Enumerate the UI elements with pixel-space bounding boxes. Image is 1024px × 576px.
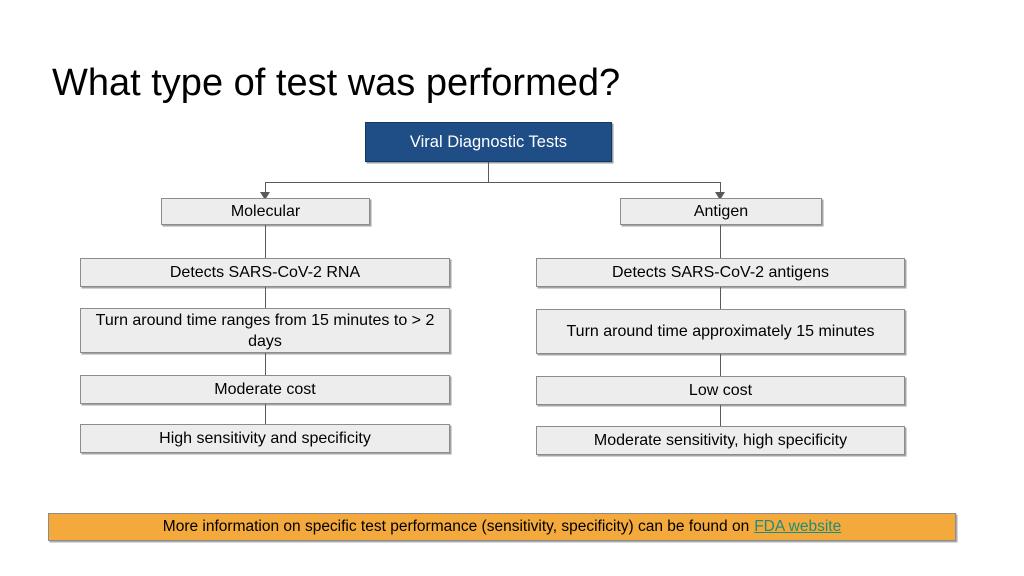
flow-node-root[interactable]: Viral Diagnostic Tests	[365, 122, 612, 162]
connector-molecular-2	[265, 287, 266, 308]
page-title: What type of test was performed?	[52, 62, 621, 104]
flow-node-molecular-item-4-label: High sensitivity and specificity	[159, 430, 371, 447]
connector-molecular-4	[265, 404, 266, 424]
flow-node-molecular-item-2-label: Turn around time ranges from 15 minutes …	[95, 311, 435, 350]
flow-node-antigen-item-1[interactable]: Detects SARS-CoV-2 antigens	[536, 258, 905, 287]
flow-node-molecular-item-3-label: Moderate cost	[214, 381, 316, 398]
connector-root-stem	[488, 162, 489, 182]
footer-text: More information on specific test perfor…	[162, 518, 750, 535]
flow-node-antigen-item-4[interactable]: Moderate sensitivity, high specificity	[536, 426, 905, 455]
flow-node-molecular-item-3[interactable]: Moderate cost	[80, 375, 450, 404]
flow-node-molecular-item-1-label: Detects SARS-CoV-2 RNA	[169, 264, 361, 281]
connector-molecular-3	[265, 353, 266, 375]
flow-node-antigen-header[interactable]: Antigen	[620, 198, 822, 225]
slide-canvas: What type of test was performed? Viral D…	[0, 0, 1024, 576]
flow-node-molecular-item-1[interactable]: Detects SARS-CoV-2 RNA	[80, 258, 450, 287]
flow-node-antigen-item-2[interactable]: Turn around time approximately 15 minute…	[536, 309, 905, 354]
flow-node-antigen-item-2-label: Turn around time approximately 15 minute…	[566, 323, 875, 340]
flow-node-antigen-item-4-label: Moderate sensitivity, high specificity	[593, 432, 848, 449]
flow-node-molecular-header-label: Molecular	[230, 203, 301, 220]
flow-node-antigen-item-3-label: Low cost	[688, 382, 753, 399]
footer-banner: More information on specific test perfor…	[48, 513, 956, 541]
flow-node-molecular-item-4[interactable]: High sensitivity and specificity	[80, 424, 450, 453]
connector-antigen-3	[720, 354, 721, 376]
flow-node-antigen-item-1-label: Detects SARS-CoV-2 antigens	[612, 264, 829, 281]
flow-node-molecular-header[interactable]: Molecular	[161, 198, 370, 225]
flow-node-root-label: Viral Diagnostic Tests	[409, 132, 568, 151]
connector-root-spread	[265, 182, 721, 183]
connector-molecular-1	[265, 225, 266, 258]
flow-node-molecular-item-2[interactable]: Turn around time ranges from 15 minutes …	[80, 308, 450, 353]
connector-antigen-4	[720, 405, 721, 426]
connector-antigen-1	[720, 225, 721, 258]
fda-website-link[interactable]: FDA website	[754, 518, 841, 536]
connector-antigen-2	[720, 287, 721, 309]
flow-node-antigen-header-label: Antigen	[693, 203, 749, 220]
flow-node-antigen-item-3[interactable]: Low cost	[536, 376, 905, 405]
